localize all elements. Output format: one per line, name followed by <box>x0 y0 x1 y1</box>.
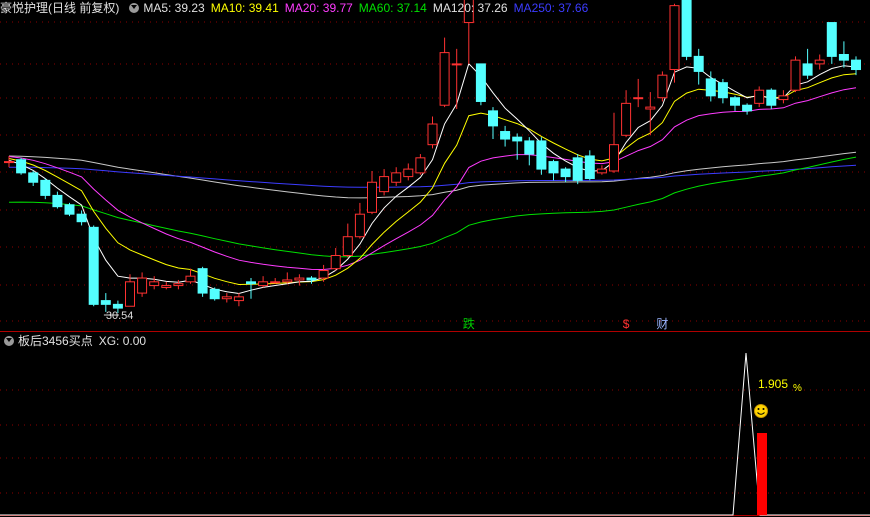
smiley-eye <box>762 408 765 410</box>
candle-down <box>766 89 777 106</box>
candle-down <box>802 63 813 76</box>
candle-down <box>246 281 256 285</box>
indicator-title[interactable]: 板后3456买点 <box>18 334 93 348</box>
candle-up <box>669 5 680 71</box>
candle-up <box>621 102 632 136</box>
candle-down <box>475 63 486 102</box>
candle-down <box>826 22 837 57</box>
candle-up <box>596 168 607 174</box>
candle-up <box>403 168 414 178</box>
candle-up <box>221 296 232 300</box>
candle-down <box>88 226 99 305</box>
candle-down <box>572 157 583 181</box>
candle-down <box>584 155 595 179</box>
candle-up <box>294 277 305 281</box>
candle-down <box>681 0 692 57</box>
candle-up <box>754 89 765 104</box>
indicator-value-label: 1.905 <box>758 377 788 391</box>
candle-up <box>282 279 293 283</box>
candle-down <box>306 277 317 281</box>
stock-chart: 46.0330.54跌$财1.905% <box>0 0 870 516</box>
smiley-icon <box>754 404 768 418</box>
candle-up <box>609 144 619 172</box>
candle-down <box>705 78 716 97</box>
event-marker: 跌 <box>463 316 475 331</box>
candle-down <box>500 131 511 140</box>
candle-up <box>233 296 244 302</box>
candle-up <box>814 59 825 65</box>
candle-up <box>330 255 341 270</box>
candle-up <box>318 270 329 279</box>
candle-up <box>4 161 14 164</box>
candle-down <box>548 161 559 174</box>
candle-down <box>64 204 75 215</box>
dropdown-icon[interactable] <box>4 336 14 346</box>
ma250-label: MA250: 37.66 <box>513 1 589 15</box>
candle-up <box>451 63 462 66</box>
candle-down <box>838 54 849 61</box>
candle-up <box>439 52 450 106</box>
ma10-line <box>8 73 857 286</box>
indicator-header: 板后3456买点 XG: 0.00 <box>0 333 152 349</box>
candle-up <box>427 123 438 146</box>
candle-up <box>125 281 135 307</box>
candle-up <box>173 283 184 287</box>
ma20-label: MA20: 39.77 <box>284 1 353 15</box>
candle-up <box>342 236 353 257</box>
candle-down <box>560 168 571 178</box>
candle-down <box>717 82 728 99</box>
ma10-label: MA10: 39.41 <box>210 1 279 15</box>
candle-down <box>730 97 740 106</box>
xg-label: XG: 0.00 <box>98 334 147 348</box>
candle-up <box>161 285 172 288</box>
low-price-label: 30.54 <box>106 310 134 322</box>
candle-up <box>367 181 377 213</box>
signal-bar <box>757 433 767 515</box>
dropdown-icon[interactable] <box>129 3 140 13</box>
candle-up <box>354 213 365 238</box>
event-marker: 财 <box>656 317 668 331</box>
indicator-unit-label: % <box>793 383 802 394</box>
candle-up <box>415 157 426 174</box>
candle-down <box>524 140 535 155</box>
indicator-line <box>0 352 870 516</box>
candle-down <box>16 159 27 174</box>
candle-up <box>645 106 656 110</box>
candle-down <box>693 55 704 72</box>
candle-up <box>149 281 160 287</box>
candle-up <box>391 172 402 183</box>
candle-down <box>40 179 51 196</box>
candle-up <box>657 74 668 99</box>
ma120-label: MA120: 37.26 <box>432 1 508 15</box>
ma250-line <box>9 164 857 188</box>
ma5-label: MA5: 39.23 <box>143 1 205 15</box>
candle-up <box>258 281 269 287</box>
candle-down <box>742 104 753 112</box>
candle-up <box>185 275 196 283</box>
candle-down <box>100 300 111 305</box>
candle-down <box>28 172 39 183</box>
candle-down <box>488 110 498 127</box>
candle-down <box>112 303 123 309</box>
candle-up <box>790 59 801 91</box>
smiley-eye <box>757 408 760 410</box>
main-header: 豪悦护理(日线 前复权) MA5: 39.23 MA10: 39.41 MA20: 3… <box>0 0 594 16</box>
candle-up <box>778 95 789 101</box>
candle-up <box>379 176 390 193</box>
candle-down <box>52 194 63 208</box>
ma20-line <box>8 87 857 271</box>
candle-down <box>76 213 87 223</box>
event-marker: $ <box>623 317 630 331</box>
chart-root: 46.0330.54跌$财1.905% 豪悦护理(日线 前复权)MA5: 39.… <box>0 0 870 517</box>
candle-down <box>536 140 547 170</box>
candle-up <box>137 277 148 294</box>
candle-down <box>851 59 861 71</box>
candle-down <box>209 288 220 300</box>
ma60-label: MA60: 37.14 <box>358 1 427 15</box>
candle-down <box>197 268 208 294</box>
candle-up <box>633 97 644 100</box>
candle-down <box>512 136 523 142</box>
candle-up <box>270 281 281 284</box>
stock-title[interactable]: 豪悦护理(日线 前复权) <box>0 1 119 15</box>
